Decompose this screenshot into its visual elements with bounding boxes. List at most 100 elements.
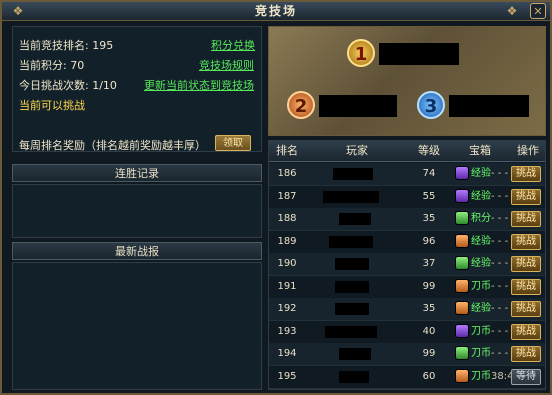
row-level: 60: [422, 370, 436, 382]
row-reward: 经验: [471, 235, 491, 247]
row-player-name[interactable]: [339, 348, 371, 360]
row-reward: 刀币: [471, 348, 491, 359]
row-level: 35: [422, 303, 436, 314]
left-panel: 当前竞技排名: 195 当前积分: 70 今日挑战次数: 1/10 当前可以挑战…: [12, 26, 262, 390]
row-level: 55: [422, 190, 436, 202]
wait-button[interactable]: 等待: [511, 368, 541, 385]
window-title: 竞技场: [254, 4, 297, 18]
row-player-name[interactable]: [339, 213, 371, 225]
streak-record-body: [12, 184, 262, 238]
top-ranks-banner: ⚔ 1 ⚔ 2 ⚔ 3: [268, 26, 546, 136]
row-reward: 经验: [471, 258, 491, 269]
challenge-button[interactable]: 挑战: [511, 233, 541, 250]
challenges-value: 1/10: [92, 79, 117, 92]
table-row: 195 60 刀币 38:46 等待: [269, 366, 545, 389]
row-reward: 刀币: [471, 325, 491, 337]
treasure-chest-icon: [455, 278, 469, 293]
row-rank: 193: [277, 325, 297, 337]
points-exchange-link[interactable]: 积分兑换: [211, 37, 255, 53]
table-header: 排名 玩家 等级 宝箱 操作: [269, 141, 545, 162]
row-rank: 191: [277, 280, 297, 292]
close-button[interactable]: ✕: [530, 3, 546, 19]
table-row: 186 74 经验 - - - - 挑战: [269, 163, 545, 186]
challenge-button[interactable]: 挑战: [511, 301, 541, 317]
row-level: 74: [422, 168, 436, 179]
row-rank: 187: [277, 190, 297, 202]
row-reward: 刀币: [471, 280, 491, 292]
right-panel: ⚔ 1 ⚔ 2 ⚔ 3 排名 玩家 等级 宝箱 操作 18674经验- - - …: [268, 26, 546, 390]
rank-2-player-name[interactable]: [319, 95, 397, 117]
treasure-chest-icon: [455, 211, 469, 225]
challenge-button[interactable]: 挑战: [511, 188, 541, 205]
points-label: 当前积分:: [19, 59, 67, 72]
header-action: 操作: [517, 144, 539, 157]
row-player-name[interactable]: [335, 280, 369, 293]
table-body: 186 74 经验 - - - - 挑战 187 55 经验 - - - - 挑战 188 35 积分 -…: [269, 163, 545, 389]
rank-value: 195: [92, 39, 114, 52]
rank-label: 当前竞技排名:: [19, 39, 89, 52]
challenge-button[interactable]: 挑战: [511, 256, 541, 272]
row-rank: 190: [277, 258, 297, 269]
points-value: 70: [70, 59, 85, 72]
treasure-chest-icon: [455, 188, 469, 203]
treasure-chest-icon: [455, 346, 469, 360]
row-reward: 经验: [471, 168, 491, 179]
table-row: 193 40 刀币 - - - - 挑战: [269, 321, 545, 344]
row-player-name[interactable]: [339, 370, 369, 383]
row-rank: 189: [277, 235, 297, 247]
arena-rules-link[interactable]: 竞技场规则: [199, 57, 254, 73]
row-player-name[interactable]: [335, 303, 369, 315]
row-reward: 刀币: [471, 370, 491, 382]
row-player-name[interactable]: [335, 258, 369, 270]
row-rank: 194: [277, 348, 297, 359]
ranking-table: 排名 玩家 等级 宝箱 操作 186 74 经验 - - - - 挑战 187 55 经验 - …: [268, 140, 546, 390]
streak-record-header: 连胜记录: [12, 164, 262, 182]
treasure-chest-icon: [455, 323, 469, 338]
title-ornament-right-icon: ❖: [506, 4, 518, 18]
points-line: 当前积分: 70: [19, 57, 84, 73]
treasure-chest-icon: [455, 301, 469, 315]
row-player-name[interactable]: [323, 190, 379, 203]
row-rank: 188: [277, 213, 297, 224]
table-row: 192 35 经验 - - - - 挑战: [269, 298, 545, 321]
rank-3-player-name[interactable]: [449, 95, 529, 117]
row-level: 37: [422, 258, 436, 269]
refresh-status-link[interactable]: 更新当前状态到竞技场: [144, 77, 254, 93]
challenge-button[interactable]: 挑战: [511, 346, 541, 362]
challenges-line: 今日挑战次数: 1/10: [19, 77, 117, 93]
table-row: 190 37 经验 - - - - 挑战: [269, 253, 545, 276]
row-player-name[interactable]: [325, 325, 377, 338]
challenges-label: 今日挑战次数:: [19, 79, 89, 92]
challenge-button[interactable]: 挑战: [511, 278, 541, 295]
weekly-reward-text: 每周排名奖励（排名越前奖励越丰厚）: [19, 139, 206, 152]
arena-window: ❖ 竞技场 ❖ ✕ 当前竞技排名: 195 当前积分: 70 今日挑战次数: 1…: [0, 0, 552, 395]
rank-3-emblem: 3: [417, 91, 445, 119]
treasure-chest-icon: [455, 368, 469, 383]
row-rank: 192: [277, 303, 297, 314]
title-bar: ❖ 竞技场 ❖ ✕: [2, 2, 550, 21]
challenge-button[interactable]: 挑战: [511, 166, 541, 182]
table-row: 187 55 经验 - - - - 挑战: [269, 186, 545, 209]
treasure-chest-icon: [455, 256, 469, 270]
row-player-name[interactable]: [329, 235, 373, 248]
treasure-chest-icon: [455, 233, 469, 248]
challenge-button[interactable]: 挑战: [511, 211, 541, 227]
challenge-status: 当前可以挑战: [19, 99, 85, 112]
table-row: 188 35 积分 - - - - 挑战: [269, 208, 545, 231]
row-level: 35: [422, 213, 436, 224]
row-player-name[interactable]: [333, 168, 373, 180]
rank-1-emblem: 1: [347, 39, 375, 67]
row-level: 96: [422, 235, 436, 247]
header-level: 等级: [418, 144, 440, 157]
claim-reward-button[interactable]: 领取: [215, 135, 251, 151]
rank-1-player-name[interactable]: [379, 43, 459, 65]
header-rank: 排名: [276, 144, 298, 157]
row-level: 99: [422, 280, 436, 292]
row-level: 40: [422, 325, 436, 337]
row-level: 99: [422, 348, 436, 359]
rank-line: 当前竞技排名: 195: [19, 37, 113, 53]
challenge-button[interactable]: 挑战: [511, 323, 541, 340]
row-rank: 195: [277, 370, 297, 382]
table-row: 191 99 刀币 - - - - 挑战: [269, 276, 545, 299]
table-row: 194 99 刀币 - - - - 挑战: [269, 343, 545, 366]
